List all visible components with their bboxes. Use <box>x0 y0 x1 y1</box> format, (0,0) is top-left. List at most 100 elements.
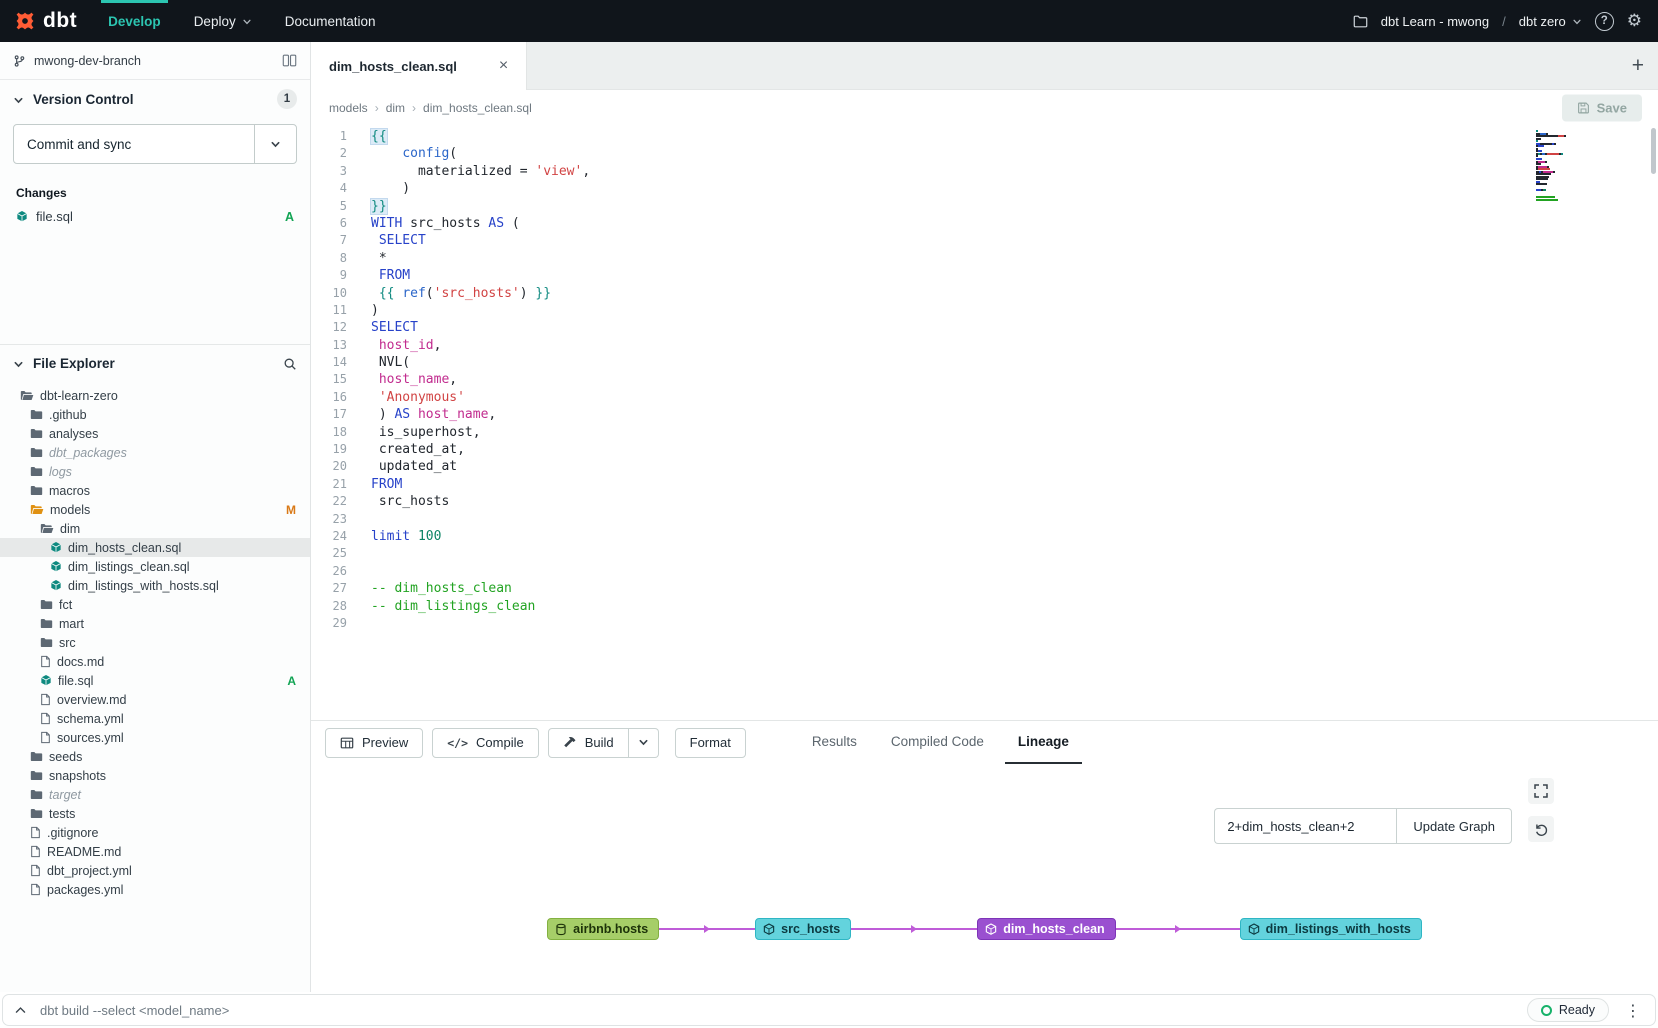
code-line-25[interactable]: 25 <box>311 545 1658 562</box>
search-icon[interactable] <box>283 357 297 371</box>
code-line-19[interactable]: 19 created_at, <box>311 441 1658 458</box>
reset-view-icon[interactable] <box>1528 816 1554 842</box>
breadcrumb-models[interactable]: models <box>329 101 368 115</box>
environment-selector[interactable]: dbt zero <box>1519 14 1582 29</box>
compile-button[interactable]: </> Compile <box>432 728 538 758</box>
preview-button[interactable]: Preview <box>325 728 423 758</box>
code-line-11[interactable]: 11) <box>311 302 1658 319</box>
tree-item-docs.md[interactable]: docs.md <box>0 652 310 671</box>
tree-item-analyses[interactable]: analyses <box>0 424 310 443</box>
panel-toggle-icon[interactable] <box>282 54 297 67</box>
build-button[interactable]: Build <box>548 728 629 758</box>
code-line-12[interactable]: 12SELECT <box>311 319 1658 336</box>
code-line-24[interactable]: 24limit 100 <box>311 528 1658 545</box>
tree-item-fct[interactable]: fct <box>0 595 310 614</box>
code-line-6[interactable]: 6WITH src_hosts AS ( <box>311 215 1658 232</box>
tree-item-dbt_project.yml[interactable]: dbt_project.yml <box>0 861 310 880</box>
code-line-16[interactable]: 16 'Anonymous' <box>311 389 1658 406</box>
tree-item-snapshots[interactable]: snapshots <box>0 766 310 785</box>
tree-item-.gitignore[interactable]: .gitignore <box>0 823 310 842</box>
code-line-20[interactable]: 20 updated_at <box>311 458 1658 475</box>
lineage-node-dim_listings_with_hosts[interactable]: dim_listings_with_hosts <box>1240 918 1422 940</box>
tree-item-target[interactable]: target <box>0 785 310 804</box>
command-input[interactable]: dbt build --select <model_name> <box>40 1003 229 1018</box>
code-line-21[interactable]: 21FROM <box>311 476 1658 493</box>
code-line-2[interactable]: 2 config( <box>311 145 1658 162</box>
lineage-node-dim_hosts_clean[interactable]: dim_hosts_clean <box>977 918 1115 940</box>
code-line-10[interactable]: 10 {{ ref('src_hosts') }} <box>311 285 1658 302</box>
account-name[interactable]: dbt Learn - mwong <box>1381 14 1489 29</box>
version-control-header[interactable]: Version Control 1 <box>0 80 310 118</box>
breadcrumb-dim[interactable]: dim <box>386 101 405 115</box>
code-line-13[interactable]: 13 host_id, <box>311 337 1658 354</box>
code-line-7[interactable]: 7 SELECT <box>311 232 1658 249</box>
code-line-4[interactable]: 4 ) <box>311 180 1658 197</box>
format-button[interactable]: Format <box>675 728 746 758</box>
tree-item-packages.yml[interactable]: packages.yml <box>0 880 310 899</box>
tree-item-dbt_packages[interactable]: dbt_packages <box>0 443 310 462</box>
file-explorer-header[interactable]: File Explorer <box>0 344 310 382</box>
code-line-8[interactable]: 8 * <box>311 250 1658 267</box>
changed-file-row[interactable]: file.sql A <box>0 206 310 227</box>
code-line-1[interactable]: 1{{ <box>311 128 1658 145</box>
tree-item-src[interactable]: src <box>0 633 310 652</box>
lineage-node-airbnb.hosts[interactable]: airbnb.hosts <box>547 918 659 940</box>
tab-results[interactable]: Results <box>799 721 870 764</box>
tree-item-logs[interactable]: logs <box>0 462 310 481</box>
chevron-up-icon[interactable] <box>14 1004 27 1017</box>
help-icon[interactable]: ? <box>1595 12 1614 31</box>
lineage-selector-input[interactable] <box>1214 808 1396 844</box>
fullscreen-icon[interactable] <box>1528 778 1554 804</box>
tree-item-dim_hosts_clean.sql[interactable]: dim_hosts_clean.sql <box>0 538 310 557</box>
nav-item-documentation[interactable]: Documentation <box>282 0 379 42</box>
tree-item-tests[interactable]: tests <box>0 804 310 823</box>
code-line-29[interactable]: 29 <box>311 615 1658 632</box>
tab-compiled-code[interactable]: Compiled Code <box>878 721 997 764</box>
code-editor[interactable]: 1{{2 config(3 materialized = 'view',4 )5… <box>311 126 1658 720</box>
add-tab-icon[interactable]: + <box>1632 54 1644 78</box>
tree-item-macros[interactable]: macros <box>0 481 310 500</box>
tree-item-README.md[interactable]: README.md <box>0 842 310 861</box>
code-line-22[interactable]: 22 src_hosts <box>311 493 1658 510</box>
code-line-15[interactable]: 15 host_name, <box>311 371 1658 388</box>
code-line-9[interactable]: 9 FROM <box>311 267 1658 284</box>
lineage-node-src_hosts[interactable]: src_hosts <box>755 918 851 940</box>
tree-item-seeds[interactable]: seeds <box>0 747 310 766</box>
gear-icon[interactable]: ⚙ <box>1627 11 1642 31</box>
commit-and-sync-button[interactable]: Commit and sync <box>13 124 297 164</box>
code-line-26[interactable]: 26 <box>311 563 1658 580</box>
tab-lineage[interactable]: Lineage <box>1005 721 1082 764</box>
tree-item-sources.yml[interactable]: sources.yml <box>0 728 310 747</box>
code-line-14[interactable]: 14 NVL( <box>311 354 1658 371</box>
tree-item-dbt-learn-zero[interactable]: dbt-learn-zero <box>0 386 310 405</box>
code-line-3[interactable]: 3 materialized = 'view', <box>311 163 1658 180</box>
tree-item-mart[interactable]: mart <box>0 614 310 633</box>
code-line-28[interactable]: 28-- dim_listings_clean <box>311 598 1658 615</box>
nav-item-deploy[interactable]: Deploy <box>191 0 255 42</box>
tree-item-schema.yml[interactable]: schema.yml <box>0 709 310 728</box>
status-badge[interactable]: Ready <box>1527 998 1609 1022</box>
update-graph-button[interactable]: Update Graph <box>1396 808 1512 844</box>
dbt-logo[interactable]: dbt <box>14 9 77 33</box>
branch-name[interactable]: mwong-dev-branch <box>34 54 141 68</box>
build-options-button[interactable] <box>629 728 659 758</box>
code-line-17[interactable]: 17 ) AS host_name, <box>311 406 1658 423</box>
code-line-18[interactable]: 18 is_superhost, <box>311 424 1658 441</box>
chevron-down-icon[interactable] <box>254 125 296 163</box>
tree-item-file.sql[interactable]: file.sqlA <box>0 671 310 690</box>
tree-item-dim_listings_clean.sql[interactable]: dim_listings_clean.sql <box>0 557 310 576</box>
breadcrumb-file[interactable]: dim_hosts_clean.sql <box>423 101 532 115</box>
code-line-23[interactable]: 23 <box>311 511 1658 528</box>
tab-dim-hosts-clean[interactable]: dim_hosts_clean.sql × <box>311 42 527 90</box>
close-icon[interactable]: × <box>499 57 508 75</box>
kebab-menu-icon[interactable]: ⋮ <box>1622 1001 1644 1020</box>
tree-item-overview.md[interactable]: overview.md <box>0 690 310 709</box>
tree-item-models[interactable]: modelsM <box>0 500 310 519</box>
tree-item-dim[interactable]: dim <box>0 519 310 538</box>
scrollbar-thumb[interactable] <box>1651 128 1656 174</box>
code-line-27[interactable]: 27-- dim_hosts_clean <box>311 580 1658 597</box>
tree-item-dim_listings_with_hosts.sql[interactable]: dim_listings_with_hosts.sql <box>0 576 310 595</box>
code-line-5[interactable]: 5}} <box>311 198 1658 215</box>
save-button[interactable]: Save <box>1562 95 1642 122</box>
command-bar[interactable]: dbt build --select <model_name> Ready ⋮ <box>2 994 1656 1026</box>
